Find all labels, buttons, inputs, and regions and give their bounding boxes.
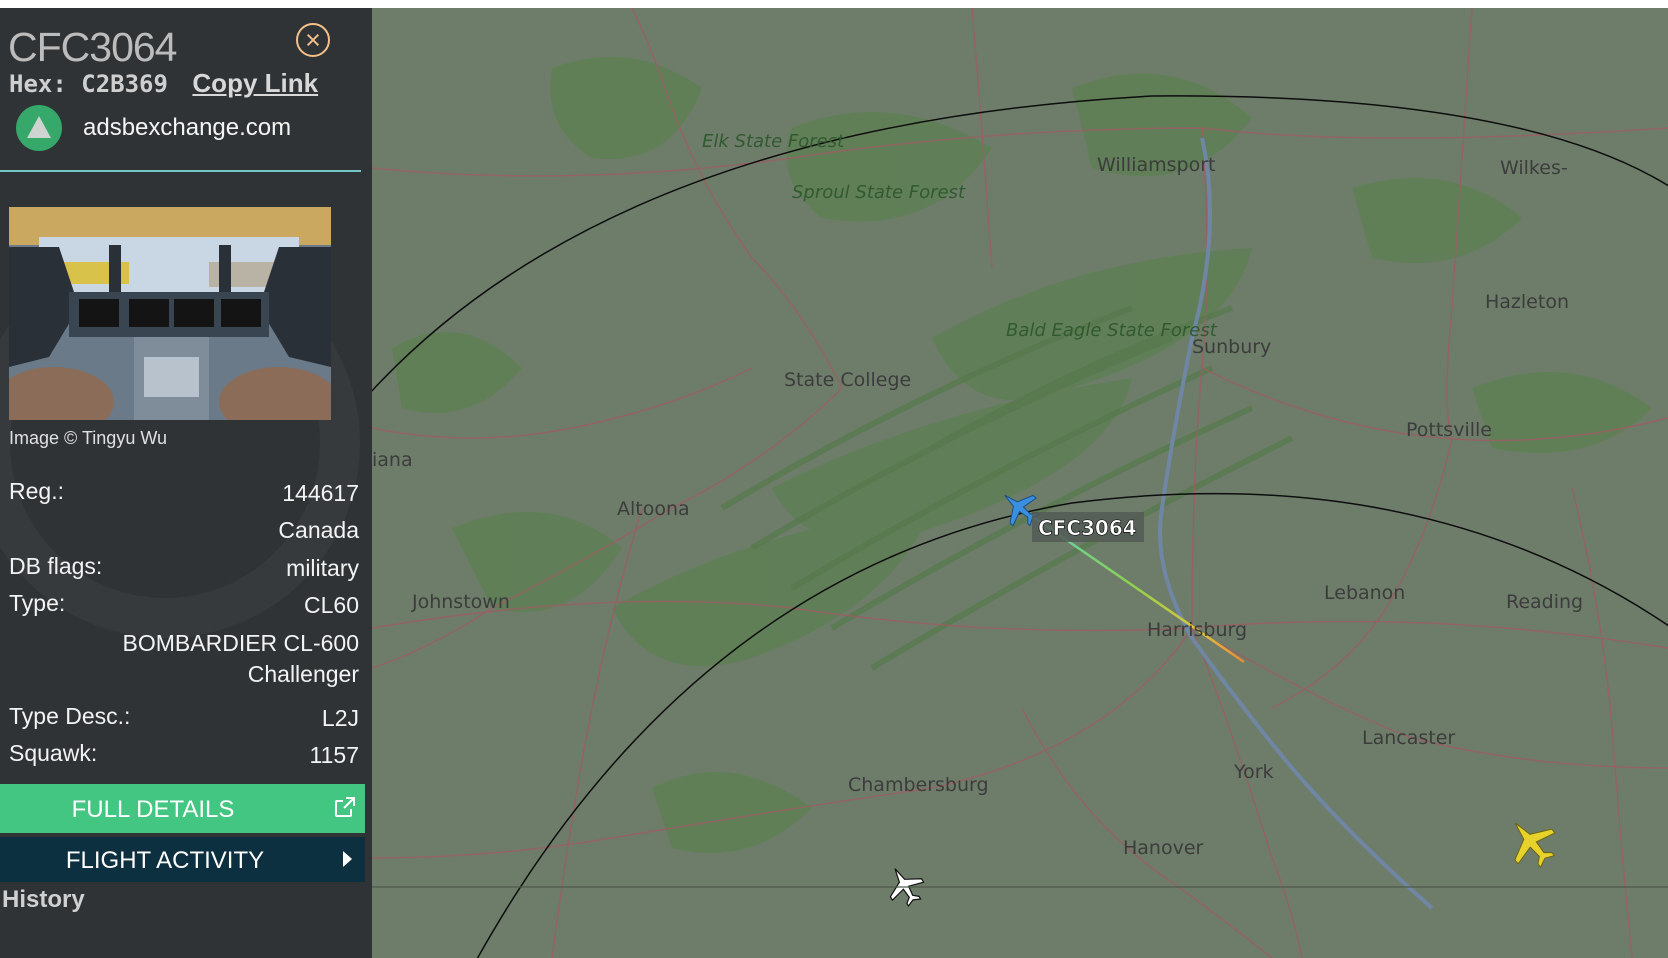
history-heading: History [2,886,85,913]
hex-row: Hex: C2B369 Copy Link [9,68,318,99]
cockpit-photo-image [9,207,331,420]
field-label: Squawk: [9,740,98,766]
source-name: adsbexchange.com [83,114,292,141]
city-label: Lebanon [1324,582,1405,604]
callsign-title: CFC3064 [8,24,177,70]
field-value: CL60 [304,592,359,618]
hex-label: Hex: [9,70,67,98]
aircraft-info-panel: CFC3064 × Hex: C2B369 Copy Link adsbexch… [0,8,372,958]
city-label: Pottsville [1406,419,1492,441]
field-squawk: Squawk: 1157 [9,740,359,771]
forest-label: Elk State Forest [702,131,845,152]
field-value: military [286,555,359,581]
map-view[interactable]: Williamsport Wilkes- Hazleton Sunbury St… [331,8,1668,958]
forest-label: Bald Eagle State Forest [1006,320,1218,341]
map-bottom-line [372,886,1668,888]
city-label: Altoona [617,498,690,520]
field-value: 144617 [282,480,359,506]
external-link-icon [335,797,355,817]
field-label: Type Desc.: [9,703,131,729]
aircraft-photo[interactable] [9,207,331,420]
city-label: Williamsport [1097,154,1215,176]
city-label: Hazleton [1485,291,1569,313]
full-details-button[interactable]: FULL DETAILS [0,784,365,833]
field-label: Type: [9,590,66,616]
field-value: L2J [321,705,359,731]
field-label: Reg.: [9,478,64,504]
city-label: York [1233,761,1274,783]
map-canvas: Williamsport Wilkes- Hazleton Sunbury St… [331,8,1668,958]
copy-link[interactable]: Copy Link [192,68,318,98]
aircraft-label-text: CFC3064 [1038,516,1137,540]
city-label: Hanover [1123,837,1204,859]
city-label: Reading [1506,591,1583,613]
field-type-name: BOMBARDIER CL-600 Challenger [9,628,359,690]
field-value: BOMBARDIER CL-600 Challenger [122,630,359,687]
flight-activity-button[interactable]: FLIGHT ACTIVITY [0,837,365,882]
field-label: DB flags: [9,553,103,579]
city-label: Harrisburg [1147,619,1247,641]
city-label: State College [784,369,911,391]
chevron-right-icon [343,851,352,867]
forest-label: Sproul State Forest [792,182,966,203]
field-value: 1157 [309,742,359,768]
image-credit: Image © Tingyu Wu [9,428,168,448]
field-reg: Reg.: 144617 [9,478,359,509]
flight-activity-label: FLIGHT ACTIVITY [65,847,265,874]
city-label: iana [372,449,413,471]
full-details-label: FULL DETAILS [71,796,235,823]
field-type-desc: Type Desc.: L2J [9,703,359,734]
city-label: Wilkes- [1500,157,1568,179]
city-label: Chambersburg [848,774,989,796]
hex-value: C2B369 [81,70,168,98]
city-label: Johnstown [411,591,510,613]
close-icon[interactable]: × [296,23,330,57]
field-value: Canada [278,517,359,543]
source-row: adsbexchange.com [16,105,291,151]
field-country: Canada [9,515,359,546]
field-db-flags: DB flags: military [9,553,359,584]
aircraft-label[interactable]: CFC3064 [1032,512,1144,542]
divider [0,170,361,172]
city-label: Lancaster [1362,727,1455,749]
adsbexchange-logo-icon [16,105,62,151]
field-type: Type: CL60 [9,590,359,621]
